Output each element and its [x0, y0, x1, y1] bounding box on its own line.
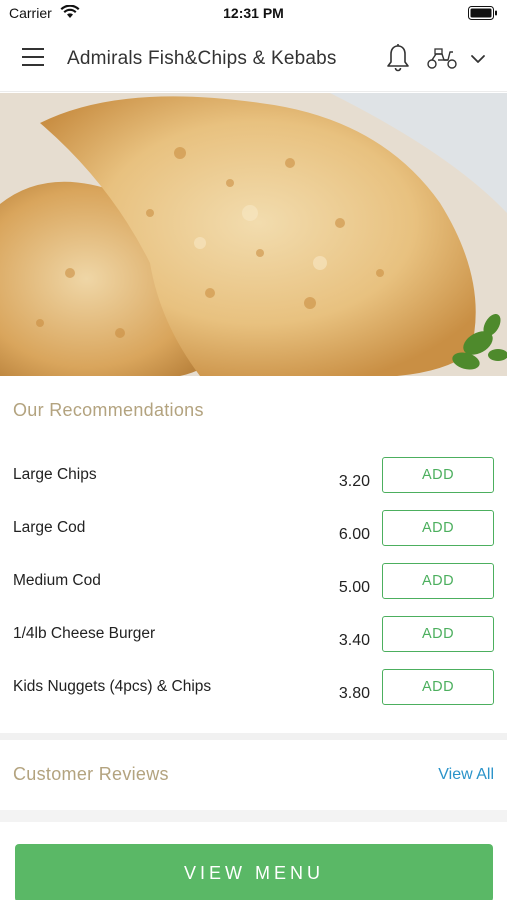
view-menu-button[interactable]: VIEW MENU	[15, 844, 493, 900]
add-to-cart-button[interactable]: ADD	[382, 563, 494, 599]
hamburger-menu-icon[interactable]	[22, 48, 46, 68]
restaurant-title: Admirals Fish&Chips & Kebabs	[67, 48, 337, 69]
bottom-bar: VIEW MENU	[0, 810, 507, 900]
recommendations-section: Our Recommendations Large Chips 3.20 ADD…	[0, 376, 507, 734]
recommendations-title: Our Recommendations	[13, 400, 204, 420]
view-all-reviews-link[interactable]: View All	[438, 766, 494, 784]
section-divider	[0, 733, 507, 740]
bell-icon[interactable]	[385, 43, 411, 73]
item-price: 5.00	[338, 579, 370, 596]
bottom-bar-panel: VIEW MENU	[0, 822, 507, 900]
item-name: Large Chips	[13, 466, 97, 483]
add-to-cart-button[interactable]: ADD	[382, 616, 494, 652]
add-to-cart-button[interactable]: ADD	[382, 510, 494, 546]
item-name: Kids Nuggets (4pcs) & Chips	[13, 678, 212, 695]
battery-icon	[468, 6, 497, 20]
customer-reviews-title: Customer Reviews	[13, 764, 169, 784]
scooter-delivery-icon[interactable]	[426, 46, 458, 70]
item-price: 6.00	[338, 526, 370, 543]
chevron-down-icon[interactable]	[468, 49, 488, 69]
item-name: 1/4lb Cheese Burger	[13, 625, 156, 642]
add-to-cart-button[interactable]: ADD	[382, 457, 494, 493]
item-price: 3.20	[338, 473, 370, 490]
item-price: 3.80	[338, 685, 370, 702]
add-to-cart-button[interactable]: ADD	[382, 669, 494, 705]
item-name: Medium Cod	[13, 572, 101, 589]
app-header: Admirals Fish&Chips & Kebabs	[0, 26, 507, 92]
hero-food-image	[0, 93, 507, 376]
status-bar: Carrier 12:31 PM	[0, 0, 507, 26]
recommendation-item: Kids Nuggets (4pcs) & Chips 3.80 ADD	[0, 669, 507, 731]
item-name: Large Cod	[13, 519, 86, 536]
customer-reviews-section: Customer Reviews View All	[0, 740, 507, 810]
status-time: 12:31 PM	[223, 5, 284, 21]
item-price: 3.40	[338, 632, 370, 649]
